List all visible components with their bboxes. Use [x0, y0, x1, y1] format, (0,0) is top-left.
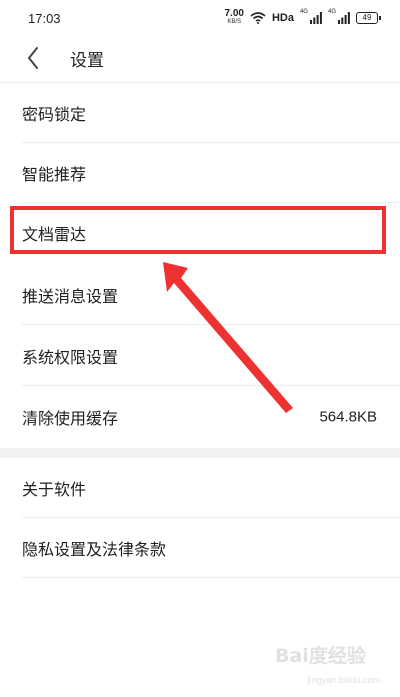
divider	[22, 324, 400, 325]
header: 设置	[0, 36, 400, 80]
page-title: 设置	[70, 51, 104, 71]
menu-item-push-settings[interactable]: 推送消息设置	[0, 265, 400, 325]
menu-item-label: 系统权限设置	[22, 348, 119, 367]
chevron-left-icon	[28, 47, 38, 69]
network-speed-value: 7.00	[224, 8, 244, 19]
menu-item-label: 推送消息设置	[22, 287, 119, 306]
back-button[interactable]	[22, 44, 48, 72]
signal-1-network-label: 4G	[299, 9, 308, 15]
status-icons: 7.00 KB/S HDa 4G 4G 49	[224, 8, 381, 28]
menu-item-privacy-legal[interactable]: 隐私设置及法律条款	[0, 518, 400, 578]
signal-2-network-label: 4G	[327, 9, 336, 15]
divider	[22, 577, 400, 578]
menu-item-clear-cache[interactable]: 清除使用缓存 564.8KB	[0, 387, 400, 447]
menu-item-label: 关于软件	[22, 480, 87, 499]
menu-item-permission-settings[interactable]: 系统权限设置	[0, 326, 400, 386]
menu-item-label: 清除使用缓存	[22, 409, 119, 428]
status-bar: 17:03 7.00 KB/S HDa 4G 4G 49	[0, 0, 400, 36]
watermark: Bai度经验 jingyan.baidu.com	[275, 639, 380, 687]
network-speed: 7.00 KB/S	[224, 8, 244, 26]
status-time: 17:03	[28, 11, 61, 26]
menu-item-password-lock[interactable]: 密码锁定	[0, 83, 400, 143]
menu-item-label: 智能推荐	[22, 165, 87, 184]
menu-item-label: 密码锁定	[22, 105, 87, 124]
signal-2-icon	[338, 12, 350, 24]
battery-icon: 49	[356, 12, 381, 24]
menu-item-about[interactable]: 关于软件	[0, 458, 400, 518]
highlight-box	[10, 206, 386, 254]
menu-item-label: 隐私设置及法律条款	[22, 540, 167, 559]
hd-voice-label: HDa	[271, 12, 294, 24]
watermark-url: jingyan.baidu.com	[307, 675, 380, 685]
menu-item-smart-recommend[interactable]: 智能推荐	[0, 143, 400, 203]
cache-size-value: 564.8KB	[319, 408, 377, 426]
wifi-icon	[250, 12, 266, 24]
signal-icon	[309, 12, 322, 24]
divider	[22, 385, 400, 386]
watermark-brand: Bai度经验	[275, 645, 366, 667]
network-speed-unit: KB/S	[227, 19, 242, 25]
section-gap	[0, 448, 400, 458]
